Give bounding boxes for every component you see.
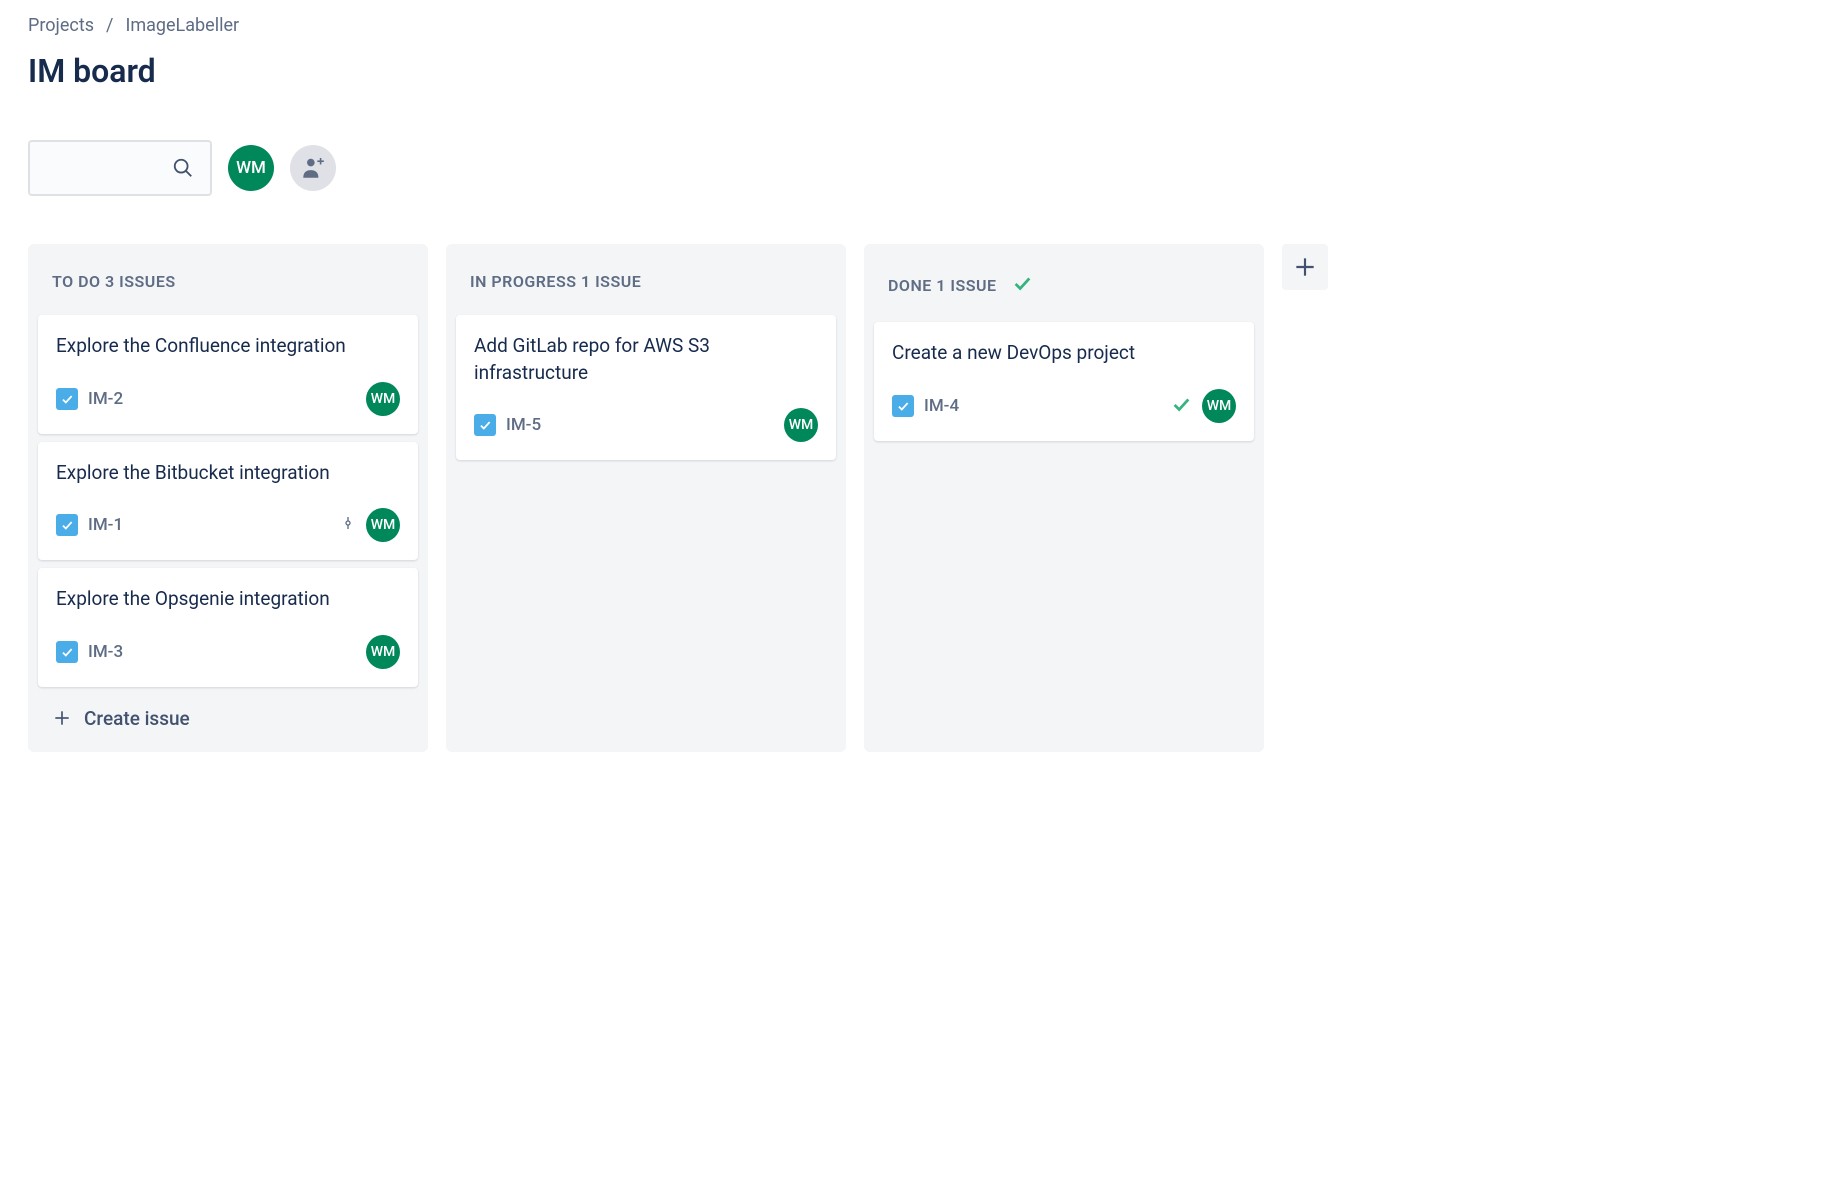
person-plus-icon [300,155,326,181]
issue-key[interactable]: IM-5 [506,415,541,435]
issue-card[interactable]: Explore the Confluence integration IM-2 WM [38,315,418,434]
assignee-avatar[interactable]: WM [366,635,400,669]
task-type-icon [56,514,78,536]
column-title: TO DO 3 ISSUES [52,272,176,291]
board-column: IN PROGRESS 1 ISSUE Add GitLab repo for A… [446,244,846,752]
page-title: IM board [28,52,1802,90]
task-type-icon [892,395,914,417]
card-footer: IM-2 WM [56,382,400,416]
issue-key[interactable]: IM-2 [88,389,123,409]
card-title: Explore the Opsgenie integration [56,586,400,613]
check-icon [1011,272,1033,298]
toolbar: WM [28,140,1802,196]
issue-key[interactable]: IM-1 [88,515,123,535]
create-issue-label: Create issue [84,707,190,730]
cards-list: Add GitLab repo for AWS S3 infrastructur… [456,315,836,460]
create-issue-button[interactable]: Create issue [38,687,418,738]
assignee-avatar[interactable]: WM [784,408,818,442]
card-title: Create a new DevOps project [892,340,1236,367]
column-title: IN PROGRESS 1 ISSUE [470,272,641,291]
issue-card[interactable]: Create a new DevOps project IM-4 WM [874,322,1254,441]
issue-card[interactable]: Explore the Opsgenie integration IM-3 WM [38,568,418,687]
add-column-button[interactable] [1282,244,1328,290]
column-header[interactable]: TO DO 3 ISSUES [38,258,418,315]
card-title: Add GitLab repo for AWS S3 infrastructur… [474,333,818,386]
card-footer: IM-4 WM [892,389,1236,423]
task-type-icon [56,641,78,663]
add-person-button[interactable] [290,145,336,191]
assignee-avatar[interactable]: WM [1202,389,1236,423]
done-check-icon [1170,393,1192,419]
card-title: Explore the Confluence integration [56,333,400,360]
user-avatar[interactable]: WM [228,145,274,191]
task-type-icon [474,414,496,436]
card-footer: IM-3 WM [56,635,400,669]
assignee-avatar[interactable]: WM [366,382,400,416]
breadcrumb: Projects / ImageLabeller [28,15,1802,36]
issue-card[interactable]: Add GitLab repo for AWS S3 infrastructur… [456,315,836,460]
board: TO DO 3 ISSUES Explore the Confluence int… [28,244,1802,752]
cards-list: Explore the Confluence integration IM-2 WM… [38,315,418,687]
plus-icon [1292,254,1318,280]
breadcrumb-project-link[interactable]: ImageLabeller [125,15,239,36]
plus-icon [52,708,72,728]
column-header[interactable]: IN PROGRESS 1 ISSUE [456,258,836,315]
card-footer: IM-5 WM [474,408,818,442]
search-icon [172,157,194,179]
assignee-avatar[interactable]: WM [366,508,400,542]
issue-card[interactable]: Explore the Bitbucket integration IM-1 WM [38,442,418,561]
card-footer: IM-1 WM [56,508,400,542]
board-column: TO DO 3 ISSUES Explore the Confluence int… [28,244,428,752]
breadcrumb-separator: / [106,15,113,36]
issue-key[interactable]: IM-3 [88,642,123,662]
column-title: DONE 1 ISSUE [888,276,997,295]
issue-key[interactable]: IM-4 [924,396,959,416]
search-input[interactable] [28,140,212,196]
column-header[interactable]: DONE 1 ISSUE [874,258,1254,322]
breadcrumb-projects-link[interactable]: Projects [28,15,94,36]
card-title: Explore the Bitbucket integration [56,460,400,487]
cards-list: Create a new DevOps project IM-4 WM [874,322,1254,441]
commit-icon [340,515,356,535]
board-column: DONE 1 ISSUE Create a new DevOps project I… [864,244,1264,752]
task-type-icon [56,388,78,410]
